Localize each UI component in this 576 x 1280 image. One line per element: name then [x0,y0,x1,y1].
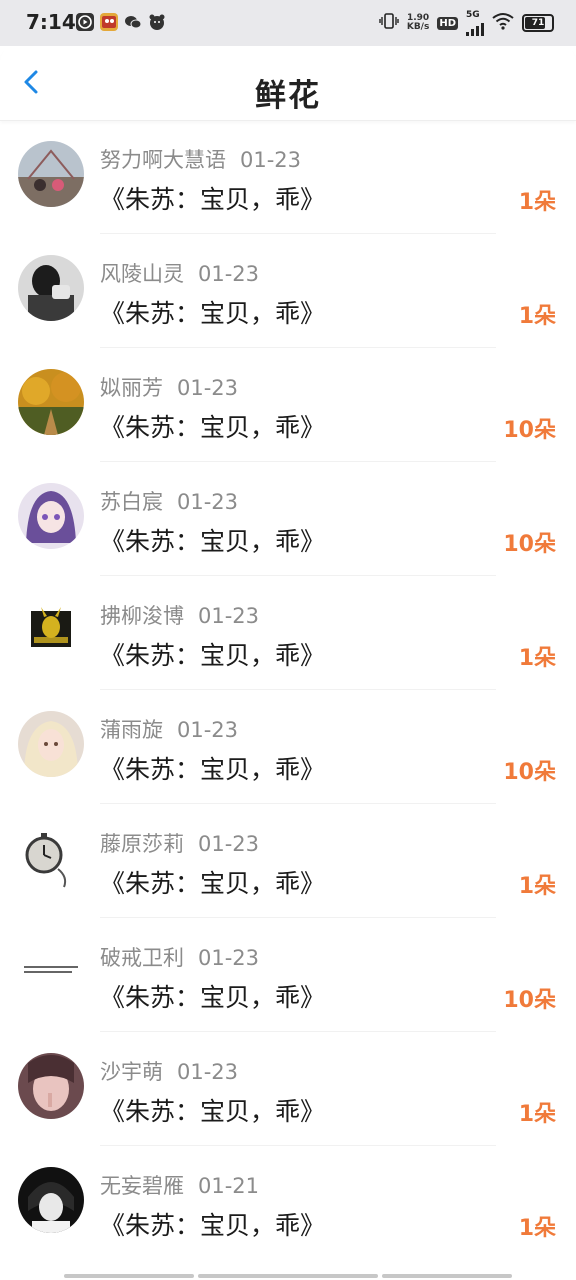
gift-message: 《朱苏：宝贝，乖》 [100,983,326,1012]
scroll-indicator [198,1274,378,1278]
video-app-icon [76,13,94,31]
sender-line: 无妄碧雁 01-21 [100,1170,259,1200]
sender-line: 姒丽芳 01-23 [100,372,238,402]
flower-list: 努力啊大慧语 01-23 《朱苏：宝贝，乖》 1朵 风陵山灵 01-23 《朱苏：宝… [0,120,576,1260]
flower-count: 1朵 [518,304,556,329]
list-item[interactable]: 藤原莎莉 01-23 《朱苏：宝贝，乖》 1朵 [0,804,576,918]
avatar[interactable] [18,1167,84,1233]
sender-line: 风陵山灵 01-23 [100,258,259,288]
gift-message: 《朱苏：宝贝，乖》 [100,527,326,556]
sender-line: 蒲雨旋 01-23 [100,714,238,744]
sender-line: 拂柳浚博 01-23 [100,600,259,630]
flower-count: 1朵 [518,646,556,671]
send-date: 01-23 [177,718,239,742]
avatar[interactable] [18,141,84,207]
flower-count: 1朵 [518,874,556,899]
bear-app-icon [148,13,166,31]
send-date: 01-23 [198,832,260,856]
gift-message: 《朱苏：宝贝，乖》 [100,185,326,214]
wechat-icon [124,13,142,31]
sender-line: 努力啊大慧语 01-23 [100,144,301,174]
flower-count: 10朵 [503,532,556,557]
sender-name: 破戒卫利 [100,946,184,970]
sender-name: 无妄碧雁 [100,1174,184,1198]
avatar[interactable] [18,1053,84,1119]
list-item[interactable]: 无妄碧雁 01-21 《朱苏：宝贝，乖》 1朵 [0,1146,576,1260]
gift-message: 《朱苏：宝贝，乖》 [100,755,326,784]
avatar[interactable] [18,597,84,663]
avatar[interactable] [18,711,84,777]
nav-header: 鲜花 [0,46,576,121]
flower-count: 10朵 [503,418,556,443]
sender-name: 姒丽芳 [100,376,163,400]
page-title: 鲜花 [255,78,321,114]
signal-icon: 5G [466,10,484,36]
gift-message: 《朱苏：宝贝，乖》 [100,1211,326,1240]
network-speed: 1.90 KB/s [406,13,430,32]
avatar[interactable] [18,483,84,549]
sender-line: 苏白宸 01-23 [100,486,238,516]
sender-name: 沙宇萌 [100,1060,163,1084]
flower-count: 10朵 [503,988,556,1013]
send-date: 01-23 [177,490,239,514]
sender-name: 风陵山灵 [100,262,184,286]
flower-count: 10朵 [503,760,556,785]
sender-line: 沙宇萌 01-23 [100,1056,238,1086]
status-indicators: 1.90 KB/s HD 5G 71 [379,9,554,37]
list-item[interactable]: 姒丽芳 01-23 《朱苏：宝贝，乖》 10朵 [0,348,576,462]
avatar[interactable] [18,369,84,435]
send-date: 01-23 [198,946,260,970]
gift-message: 《朱苏：宝贝，乖》 [100,299,326,328]
gift-message: 《朱苏：宝贝，乖》 [100,413,326,442]
gift-message: 《朱苏：宝贝，乖》 [100,641,326,670]
avatar[interactable] [18,255,84,321]
flower-count: 1朵 [518,1216,556,1241]
send-date: 01-21 [198,1174,260,1198]
list-item[interactable]: 拂柳浚博 01-23 《朱苏：宝贝，乖》 1朵 [0,576,576,690]
vibrate-icon [379,12,399,34]
list-item[interactable]: 风陵山灵 01-23 《朱苏：宝贝，乖》 1朵 [0,234,576,348]
list-item[interactable]: 蒲雨旋 01-23 《朱苏：宝贝，乖》 10朵 [0,690,576,804]
scroll-indicator [382,1274,512,1278]
status-time: 7:14 [26,10,76,34]
flower-count: 1朵 [518,190,556,215]
wifi-icon [492,12,514,34]
sender-name: 藤原莎莉 [100,832,184,856]
sender-name: 苏白宸 [100,490,163,514]
avatar[interactable] [18,825,84,891]
sender-name: 蒲雨旋 [100,718,163,742]
avatar[interactable] [18,939,84,1005]
gift-message: 《朱苏：宝贝，乖》 [100,869,326,898]
list-item[interactable]: 苏白宸 01-23 《朱苏：宝贝，乖》 10朵 [0,462,576,576]
list-item[interactable]: 努力啊大慧语 01-23 《朱苏：宝贝，乖》 1朵 [0,120,576,234]
list-item[interactable]: 破戒卫利 01-23 《朱苏：宝贝，乖》 10朵 [0,918,576,1032]
status-bar: 7:14 1.90 KB/s HD 5G 71 [0,0,576,46]
send-date: 01-23 [177,1060,239,1084]
flower-count: 1朵 [518,1102,556,1127]
send-date: 01-23 [198,604,260,628]
battery-icon: 71 [522,14,554,32]
game-app-icon [100,13,118,31]
send-date: 01-23 [177,376,239,400]
gift-message: 《朱苏：宝贝，乖》 [100,1097,326,1126]
list-item[interactable]: 沙宇萌 01-23 《朱苏：宝贝，乖》 1朵 [0,1032,576,1146]
scroll-indicator [64,1274,194,1278]
sender-line: 破戒卫利 01-23 [100,942,259,972]
hd-badge: HD [437,16,458,30]
send-date: 01-23 [198,262,260,286]
sender-line: 藤原莎莉 01-23 [100,828,259,858]
sender-name: 拂柳浚博 [100,604,184,628]
sender-name: 努力啊大慧语 [100,148,226,172]
send-date: 01-23 [240,148,302,172]
